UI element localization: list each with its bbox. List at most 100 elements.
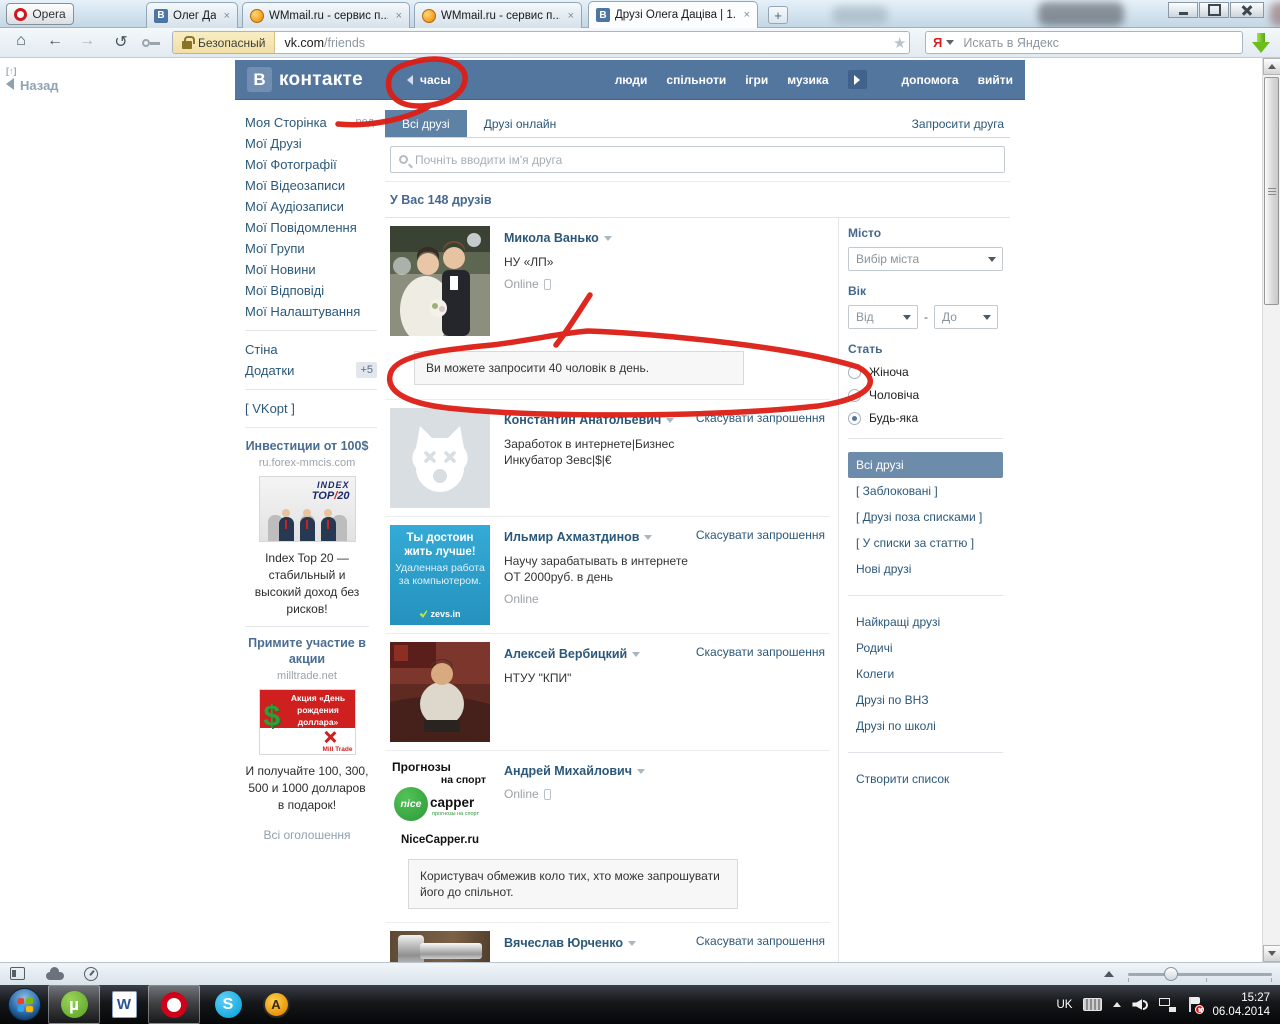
sidebar-item-my-groups[interactable]: Мої Групи (245, 238, 377, 259)
header-app-chasy[interactable]: часы (407, 73, 451, 87)
download-arrow-icon[interactable] (1252, 33, 1270, 53)
chevron-down-icon[interactable] (644, 534, 653, 540)
avatar-wedding-photo[interactable] (390, 226, 490, 336)
back-icon[interactable]: ← (44, 32, 66, 50)
chevron-down-icon[interactable] (628, 940, 637, 946)
tab-wmmail-2[interactable]: WMmail.ru - сервис п... × (414, 2, 582, 28)
list-blocked[interactable]: [ Заблоковані ] (848, 478, 1003, 504)
sidebar-item-my-page[interactable]: ред. Моя Сторінка (245, 112, 377, 133)
close-tab-icon[interactable]: × (744, 9, 750, 21)
radio-icon[interactable] (848, 365, 861, 379)
yandex-search-box[interactable]: Я Искать в Яндекс (925, 31, 1243, 54)
friend-name-link[interactable]: Константин Анатольевич (504, 413, 675, 427)
nav-communities[interactable]: спільноти (666, 73, 726, 87)
ad-image-index-top20[interactable]: INDEX TOP/20 (258, 476, 356, 542)
friend-name-link[interactable]: Андрей Михайлович (504, 764, 645, 778)
nav-help[interactable]: допомога (902, 73, 959, 87)
start-button[interactable] (8, 988, 41, 1021)
tab-vk-profile[interactable]: В Олег Даців × (146, 2, 238, 28)
close-tab-icon[interactable]: × (224, 10, 230, 22)
network-icon[interactable] (1159, 997, 1177, 1012)
avatar-placeholder-dog[interactable] (390, 408, 490, 508)
list-outside-lists[interactable]: [ Друзі поза списками ] (848, 504, 1003, 530)
taskbar-skype[interactable]: S (206, 985, 250, 1024)
avatar-nicecapper[interactable]: Прогнозы на спорт nice capper прогнозы н… (390, 759, 490, 824)
avatar-couch-photo[interactable] (390, 642, 490, 742)
list-university-friends[interactable]: Друзі по ВНЗ (848, 687, 1003, 713)
wand-key-icon[interactable] (142, 39, 160, 47)
list-best-friends[interactable]: Найкращі друзі (848, 609, 1003, 635)
list-by-article[interactable]: [ У списки за статтю ] (848, 530, 1003, 556)
volume-icon[interactable] (1132, 999, 1149, 1010)
list-colleagues[interactable]: Колеги (848, 661, 1003, 687)
vkopt-scroll-top-icon[interactable]: [↑] (6, 66, 59, 76)
friend-name-link[interactable]: Вячеслав Юрченко (504, 936, 637, 950)
vkopt-back-nav[interactable]: [↑] Назад (6, 66, 59, 93)
edit-label[interactable]: ред. (356, 112, 377, 133)
taskbar-opera[interactable] (148, 985, 200, 1024)
list-all-friends[interactable]: Всі друзі (848, 452, 1003, 478)
city-select[interactable]: Вибір міста (848, 247, 1003, 271)
ad-title-forex[interactable]: Инвестиции от 100$ (245, 438, 369, 454)
ad-title-milltrade[interactable]: Примите участие в акции (245, 635, 369, 667)
list-new-friends[interactable]: Нові друзі (848, 556, 1003, 582)
vk-logo-text[interactable]: контакте (279, 69, 363, 91)
avatar-dumbbell-photo[interactable] (390, 931, 490, 962)
sidebar-item-my-replies[interactable]: Мої Відповіді (245, 280, 377, 301)
tab-all-friends[interactable]: Всі друзі (385, 110, 467, 137)
security-badge[interactable]: Безопасный (173, 32, 276, 53)
panels-icon[interactable] (10, 967, 25, 980)
friends-search-input[interactable] (415, 152, 996, 167)
sidebar-item-my-friends[interactable]: Мої Друзі (245, 133, 377, 154)
gauge-icon[interactable] (84, 967, 98, 981)
tab-friends-online[interactable]: Друзі онлайн (467, 110, 573, 137)
clock[interactable]: 15:27 06.04.2014 (1212, 991, 1276, 1019)
nav-music[interactable]: музика (787, 73, 828, 87)
taskbar-word[interactable]: W (102, 985, 146, 1024)
scroll-up-button[interactable] (1263, 58, 1280, 75)
nav-games[interactable]: ігри (745, 73, 768, 87)
zoom-menu-icon[interactable] (1104, 971, 1114, 977)
age-from-select[interactable]: Від (848, 305, 918, 329)
friend-name-link[interactable]: Ильмир Ахмазтдинов (504, 530, 653, 544)
forward-icon[interactable]: → (76, 32, 98, 50)
nav-logout[interactable]: вийти (978, 73, 1013, 87)
turbo-cloud-icon[interactable] (46, 967, 64, 980)
opera-menu-button[interactable]: Opera (6, 3, 74, 25)
zoom-slider[interactable] (1128, 967, 1272, 982)
sidebar-item-my-settings[interactable]: Мої Налаштування (245, 301, 377, 322)
close-tab-icon[interactable]: × (568, 10, 574, 22)
tray-expand-icon[interactable] (1113, 1002, 1122, 1007)
taskbar-aimp[interactable]: A (254, 985, 298, 1024)
new-tab-button[interactable]: + (768, 6, 788, 24)
radio-selected-icon[interactable] (848, 411, 861, 425)
create-list-link[interactable]: Створити список (848, 766, 1003, 792)
sidebar-item-my-videos[interactable]: Мої Відеозаписи (245, 175, 377, 196)
all-ads-link[interactable]: Всі оголошення (245, 828, 369, 842)
scrollbar-thumb[interactable] (1264, 77, 1279, 305)
minimize-button[interactable] (1168, 2, 1198, 18)
chevron-down-icon[interactable] (603, 235, 612, 241)
keyboard-icon[interactable] (1083, 998, 1103, 1011)
reload-icon[interactable]: ↺ (110, 32, 132, 52)
maximize-button[interactable] (1199, 2, 1229, 18)
zoom-slider-thumb[interactable] (1164, 967, 1178, 981)
radio-icon[interactable] (848, 388, 861, 402)
avatar-zevs-ad[interactable]: Ты достоин жить лучше! Удаленная работа … (390, 525, 490, 625)
sidebar-item-my-audio[interactable]: Мої Аудіозаписи (245, 196, 377, 217)
sidebar-item-my-messages[interactable]: Мої Повідомлення (245, 217, 377, 238)
taskbar-utorrent[interactable]: µ (48, 985, 100, 1024)
gender-option-female[interactable]: Жіноча (848, 365, 1003, 379)
tab-wmmail-1[interactable]: WMmail.ru - сервис п... × (242, 2, 410, 28)
bookmark-star-icon[interactable]: ★ (893, 34, 906, 52)
avatar-nicecapper-block[interactable]: Прогнозы на спорт nice capper прогнозы н… (390, 759, 490, 846)
invite-friend-link[interactable]: Запросити друга (912, 110, 1010, 137)
cancel-request-link[interactable]: Скасувати запрошення (696, 934, 825, 948)
close-tab-icon[interactable]: × (396, 10, 402, 22)
list-relatives[interactable]: Родичі (848, 635, 1003, 661)
chevron-down-icon[interactable] (946, 40, 955, 45)
chevron-down-icon[interactable] (666, 417, 675, 423)
friend-name-link[interactable]: Микола Ванько (504, 231, 612, 245)
nav-people[interactable]: люди (615, 73, 648, 87)
vk-logo-icon[interactable]: В (247, 67, 272, 92)
